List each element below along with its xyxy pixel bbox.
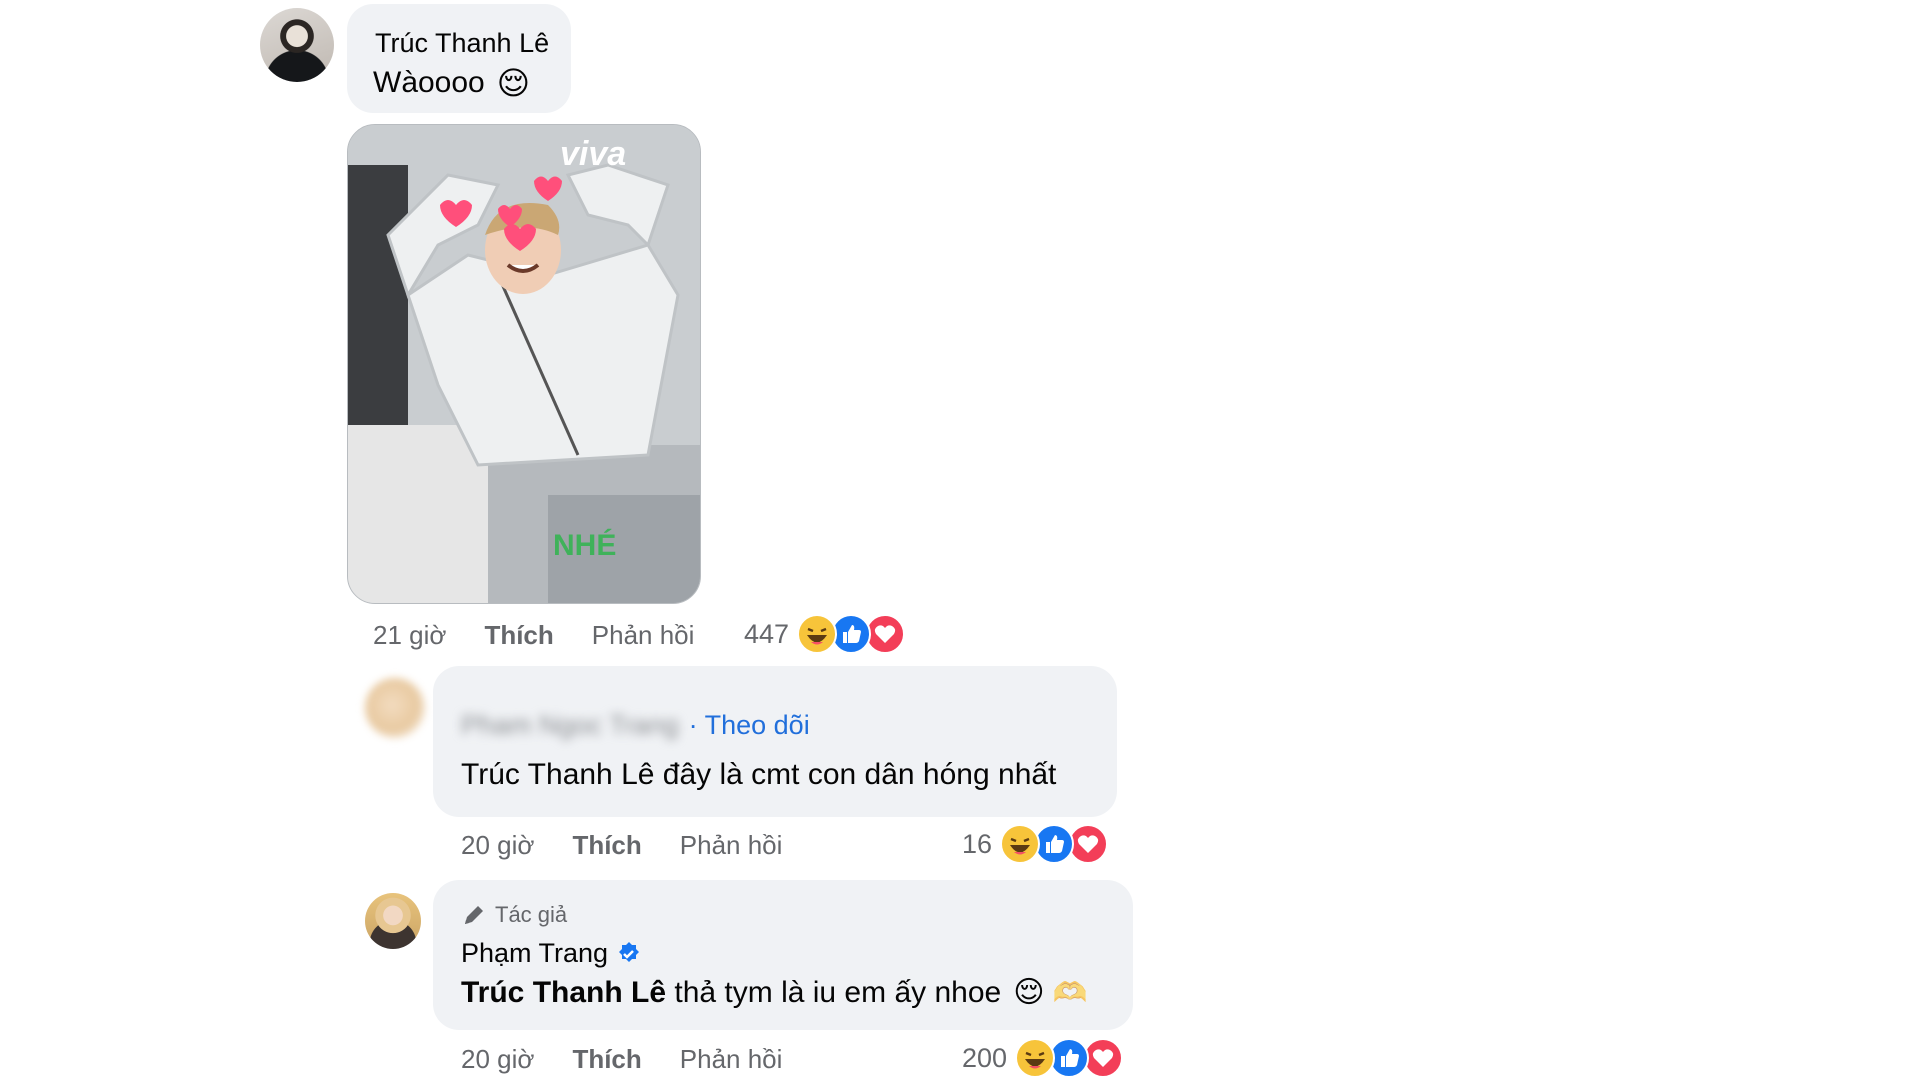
reply-actions: 20 giờ Thích Phản hồi	[461, 1044, 782, 1075]
reply-bubble: Pham Ngoc Trang · Theo dõi Trúc Thanh Lê…	[433, 666, 1117, 817]
comment-text-row: Wàoooo 😌	[373, 64, 530, 102]
reply-time[interactable]: 20 giờ	[461, 830, 534, 861]
love-reaction-icon	[1068, 824, 1109, 864]
reaction-count: 200	[962, 1042, 1008, 1073]
reply-author[interactable]: Phạm Trang	[461, 938, 608, 969]
comment-bubble: Trúc Thanh Lê Wàoooo 😌	[347, 4, 571, 113]
like-link[interactable]: Thích	[572, 1044, 641, 1075]
reply-link[interactable]: Phản hồi	[680, 830, 783, 861]
reply-text: Trúc Thanh Lê đây là cmt con dân hóng nh…	[461, 758, 1057, 791]
reply-actions: 20 giờ Thích Phản hồi	[461, 830, 782, 861]
reply-time[interactable]: 20 giờ	[461, 1044, 534, 1075]
gif-illustration: viva NHÉ	[348, 125, 700, 603]
haha-reaction-icon	[1015, 1038, 1056, 1078]
comment-actions: 21 giờ Thích Phản hồi	[373, 620, 694, 651]
like-reaction-icon	[1034, 824, 1075, 864]
reply-bubble: Tác giả Phạm Trang Trúc Thanh Lê thả tym…	[433, 880, 1133, 1030]
haha-reaction-icon	[797, 614, 838, 654]
verified-badge-icon	[619, 941, 640, 962]
reaction-count: 447	[744, 618, 790, 649]
love-reaction-icon	[865, 614, 906, 654]
comment-text: Wàoooo	[373, 66, 485, 99]
comment-author[interactable]: Trúc Thanh Lê	[375, 28, 549, 59]
pen-icon	[465, 906, 483, 924]
avatar[interactable]	[365, 893, 421, 949]
mention-tag[interactable]: Trúc Thanh Lê	[461, 758, 654, 791]
reply-author[interactable]: Pham Ngoc Trang	[461, 710, 679, 741]
avatar[interactable]	[365, 678, 425, 738]
love-reaction-icon	[1083, 1038, 1124, 1078]
reply-text: Trúc Thanh Lê thả tym là iu em ấy nhoe 😌…	[461, 975, 1088, 1010]
reply-header: Pham Ngoc Trang · Theo dõi	[461, 710, 810, 741]
comment-gif[interactable]: viva NHÉ	[347, 124, 701, 604]
relieved-emoji: 😌	[1013, 976, 1045, 1009]
avatar[interactable]	[260, 8, 334, 82]
comment-time[interactable]: 21 giờ	[373, 620, 446, 651]
like-link[interactable]: Thích	[484, 620, 553, 651]
mention-tag[interactable]: Trúc Thanh Lê	[461, 976, 666, 1010]
relieved-emoji: 😌	[496, 65, 531, 101]
reaction-icons	[797, 614, 906, 654]
like-link[interactable]: Thích	[572, 830, 641, 861]
haha-reaction-icon	[1000, 824, 1041, 864]
gif-watermark-bottom: NHÉ	[553, 528, 616, 562]
like-reaction-icon	[1049, 1038, 1090, 1078]
gif-watermark-top: viva	[560, 135, 626, 173]
reply-reactions[interactable]: 200	[962, 1038, 1124, 1078]
reply-reactions[interactable]: 16	[962, 824, 1109, 864]
comment-reactions[interactable]: 447	[744, 614, 906, 654]
reply-link[interactable]: Phản hồi	[592, 620, 695, 651]
follow-link[interactable]: · Theo dõi	[689, 710, 810, 741]
heart-hands-emoji: 🫶	[1052, 977, 1088, 1008]
reaction-icons	[1015, 1038, 1124, 1078]
like-reaction-icon	[831, 614, 872, 654]
reaction-icons	[1000, 824, 1109, 864]
reply-header: Phạm Trang	[461, 938, 642, 969]
reaction-count: 16	[962, 828, 993, 859]
reply-link[interactable]: Phản hồi	[680, 1044, 783, 1075]
author-label: Tác giả	[461, 902, 567, 928]
